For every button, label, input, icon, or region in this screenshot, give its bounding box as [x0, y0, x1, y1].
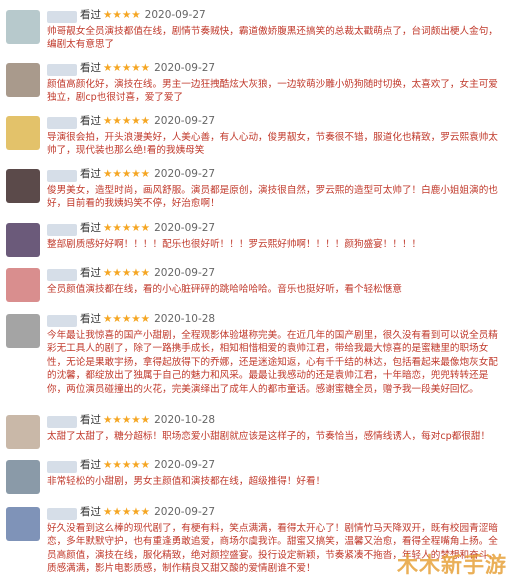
- username-blurred[interactable]: [47, 64, 77, 76]
- avatar[interactable]: [6, 63, 40, 97]
- review-meta: 看过 ★★★★★ 2020-09-27: [80, 505, 215, 519]
- avatar[interactable]: [6, 169, 40, 203]
- avatar[interactable]: [6, 116, 40, 150]
- site-watermark-logo: 木木新手游: [397, 553, 507, 577]
- review-date: 2020-09-27: [154, 267, 216, 279]
- status-label: 看过: [80, 267, 101, 279]
- rating-stars-icon: ★★★★★: [103, 222, 151, 234]
- rating-stars-icon: ★★★★★: [103, 459, 151, 471]
- status-label: 看过: [80, 168, 101, 180]
- avatar[interactable]: [6, 268, 40, 302]
- avatar[interactable]: [6, 415, 40, 449]
- review-meta: 看过 ★★★★★ 2020-09-27: [80, 114, 215, 128]
- review-text: 全员颜值演技都在线，看的小心脏砰砰的跳哈哈哈哈。音乐也挺好听，看个轻松惬意: [47, 284, 402, 295]
- review-text: 俊男美女，造型时尚，画风舒服。演员都是原创，演技很自然，罗云熙的造型可太帅了！白…: [47, 185, 498, 210]
- username-blurred[interactable]: [47, 315, 77, 327]
- rating-stars-icon: ★★★★★: [103, 313, 151, 325]
- review-text: 今年最让我惊喜的国产小甜剧，全程观影体验堪称完美。在近几年的国产剧里，很久没有看…: [47, 330, 498, 395]
- rating-stars-icon: ★★★★★: [103, 506, 151, 518]
- username-blurred[interactable]: [47, 117, 77, 129]
- review-date: 2020-10-28: [154, 414, 216, 426]
- review-meta: 看过 ★★★★★ 2020-09-27: [80, 221, 215, 235]
- username-blurred[interactable]: [47, 416, 77, 428]
- rating-stars-icon: ★★★★★: [103, 414, 151, 426]
- avatar[interactable]: [6, 507, 40, 541]
- review-date: 2020-09-27: [154, 506, 216, 518]
- review-meta: 看过 ★★★★★ 2020-09-27: [80, 167, 215, 181]
- review-meta: 看过 ★★★★★ 2020-09-27: [80, 266, 215, 280]
- rating-stars-icon: ★★★★★: [103, 115, 151, 127]
- review-date: 2020-09-27: [154, 115, 216, 127]
- username-blurred[interactable]: [47, 11, 77, 23]
- review-text: 帅哥靓女全员演技都值在线，剧情节奏贼快，霸道傲娇腹黑还搞笑的总裁太戳萌点了，台词…: [47, 26, 498, 51]
- review-text: 非常轻松的小甜剧，男女主颜值和演技都在线，超级推得！好看！: [47, 476, 326, 487]
- status-label: 看过: [80, 506, 101, 518]
- review-date: 2020-09-27: [154, 168, 216, 180]
- avatar[interactable]: [6, 460, 40, 494]
- review-meta: 看过 ★★★★★ 2020-10-28: [80, 312, 215, 326]
- review-text: 颜值高颜化好，演技在线。男主一边狂拽酷炫大灰狼，一边软萌沙雕小奶狗随时切换，太喜…: [47, 79, 498, 104]
- review-text: 导演很会拍，开头浪漫美好，人美心善，有人心动，俊男靓女，节奏很不错，服道化也精致…: [47, 132, 498, 157]
- status-label: 看过: [80, 459, 101, 471]
- rating-stars-icon: ★★★★★: [103, 267, 151, 279]
- status-label: 看过: [80, 414, 101, 426]
- review-meta: 看过 ★★★★★ 2020-09-27: [80, 61, 215, 75]
- username-blurred[interactable]: [47, 170, 77, 182]
- avatar[interactable]: [6, 223, 40, 257]
- review-date: 2020-09-27: [154, 459, 216, 471]
- avatar[interactable]: [6, 10, 40, 44]
- review-date: 2020-10-28: [154, 313, 216, 325]
- status-label: 看过: [80, 9, 101, 21]
- username-blurred[interactable]: [47, 508, 77, 520]
- rating-stars-icon: ★★★★★: [103, 168, 151, 180]
- review-date: 2020-09-27: [144, 9, 206, 21]
- username-blurred[interactable]: [47, 224, 77, 236]
- review-text: 整部剧质感好好啊！！！！配乐也很好听！！！罗云熙好帅啊！！！！颜狗盛宴！！！！: [47, 239, 422, 250]
- rating-stars-icon: ★★★★: [103, 9, 141, 21]
- rating-stars-icon: ★★★★★: [103, 62, 151, 74]
- review-meta: 看过 ★★★★ 2020-09-27: [80, 8, 206, 22]
- status-label: 看过: [80, 222, 101, 234]
- avatar[interactable]: [6, 314, 40, 348]
- status-label: 看过: [80, 313, 101, 325]
- review-date: 2020-09-27: [154, 222, 216, 234]
- review-meta: 看过 ★★★★★ 2020-09-27: [80, 458, 215, 472]
- review-text: 太甜了太甜了，糖分超标！职场恋爱小甜剧就应该是这样子的，节奏恰当，感情线诱人，每…: [47, 431, 491, 442]
- username-blurred[interactable]: [47, 269, 77, 281]
- username-blurred[interactable]: [47, 461, 77, 473]
- review-date: 2020-09-27: [154, 62, 216, 74]
- review-meta: 看过 ★★★★★ 2020-10-28: [80, 413, 215, 427]
- status-label: 看过: [80, 115, 101, 127]
- status-label: 看过: [80, 62, 101, 74]
